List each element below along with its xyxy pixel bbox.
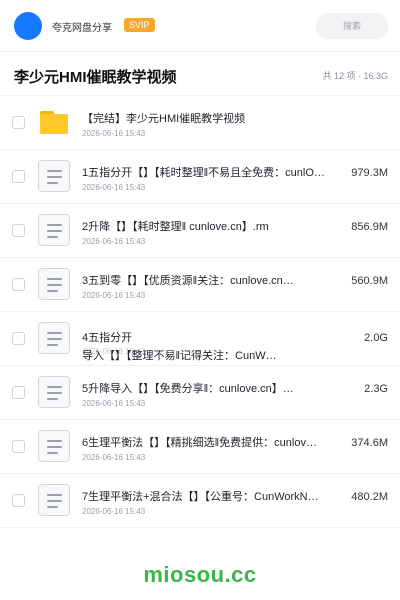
page-title: 李少元HMI催眠教学视频 xyxy=(14,69,177,86)
folder-summary: 共 12 项 · 16.3G xyxy=(322,71,388,81)
file-name: 【完结】李少元HMI催眠教学视频 xyxy=(82,113,246,125)
file-size: 856.9M xyxy=(351,221,388,233)
file-name: 7生理平衡法+混合法【】【公重号：CunWorkN… xyxy=(82,491,319,503)
list-item[interactable]: 2026-06-16 15:43 4五指分开 导入【】【整理不易‖记得关注：Cu… xyxy=(0,312,400,366)
file-date: 2026-06-16 15:43 xyxy=(82,291,146,300)
search-input[interactable] xyxy=(316,13,388,39)
list-item[interactable]: 7生理平衡法+混合法【】【公重号：CunWorkN… 2026-06-16 15… xyxy=(0,474,400,528)
folder-icon xyxy=(38,106,70,138)
document-icon xyxy=(38,268,70,300)
select-checkbox[interactable] xyxy=(12,224,25,237)
document-icon xyxy=(38,430,70,462)
file-name: 2升降【】【耗时整理‖ cunlove.cn】.rm xyxy=(82,221,269,233)
document-icon xyxy=(38,160,70,192)
file-size: 2.3G xyxy=(364,383,388,395)
watermark-text: miosou.cc xyxy=(143,562,257,587)
avatar[interactable] xyxy=(14,12,42,40)
svip-badge[interactable]: SVIP xyxy=(124,18,155,32)
file-size: 560.9M xyxy=(351,275,388,287)
select-checkbox[interactable] xyxy=(12,278,25,291)
file-name: 3五到零【】【优质资源‖关注：cunlove.cn… xyxy=(82,275,294,287)
select-checkbox[interactable] xyxy=(12,440,25,453)
file-date: 2026-06-16 15:43 xyxy=(82,399,146,408)
select-checkbox[interactable] xyxy=(12,332,25,345)
file-name: 5升降导入【】【免费分享‖：cunlove.cn】… xyxy=(82,383,294,395)
file-date: 2026-06-16 15:43 xyxy=(82,183,146,192)
top-bar: 夸克网盘分享 SVIP xyxy=(0,0,400,52)
file-name: 6生理平衡法【】【精挑细选‖免费提供：cunlov… xyxy=(82,437,317,449)
document-icon xyxy=(38,322,70,354)
app-root: 夸克网盘分享 SVIP 李少元HMI催眠教学视频 共 12 项 · 16.3G … xyxy=(0,0,400,600)
file-name: 4五指分开 导入【】【整理不易‖记得关注：CunW… xyxy=(82,332,277,362)
file-size: 374.6M xyxy=(351,437,388,449)
file-size: 979.3M xyxy=(351,167,388,179)
document-icon xyxy=(38,484,70,516)
list-item[interactable]: 5升降导入【】【免费分享‖：cunlove.cn】… 2026-06-16 15… xyxy=(0,366,400,420)
file-date: 2026-06-16 15:43 xyxy=(82,507,146,516)
select-checkbox[interactable] xyxy=(12,494,25,507)
select-checkbox[interactable] xyxy=(12,170,25,183)
select-checkbox[interactable] xyxy=(12,386,25,399)
file-date: 2026-06-16 15:43 xyxy=(82,237,146,246)
list-item[interactable]: 1五指分开【】【耗时整理‖不易且全免费：cunlO… 2026-06-16 15… xyxy=(0,150,400,204)
file-date: 2026-06-16 15:43 xyxy=(82,453,146,462)
folder-header: 李少元HMI催眠教学视频 共 12 项 · 16.3G xyxy=(0,52,400,96)
list-item[interactable]: 6生理平衡法【】【精挑细选‖免费提供：cunlov… 2026-06-16 15… xyxy=(0,420,400,474)
file-name: 1五指分开【】【耗时整理‖不易且全免费：cunlO… xyxy=(82,167,325,179)
list-item[interactable]: 【完结】李少元HMI催眠教学视频 2026-06-16 15:43 xyxy=(0,96,400,150)
select-checkbox[interactable] xyxy=(12,116,25,129)
file-size: 2.0G xyxy=(364,332,388,344)
list-item[interactable]: 3五到零【】【优质资源‖关注：cunlove.cn… 2026-06-16 15… xyxy=(0,258,400,312)
list-item[interactable]: 2升降【】【耗时整理‖ cunlove.cn】.rm 2026-06-16 15… xyxy=(0,204,400,258)
file-size: 480.2M xyxy=(351,491,388,503)
document-icon xyxy=(38,376,70,408)
document-icon xyxy=(38,214,70,246)
file-list: 【完结】李少元HMI催眠教学视频 2026-06-16 15:43 1五指分开【… xyxy=(0,96,400,528)
file-date: 2026-06-16 15:43 xyxy=(82,129,146,138)
brand-name: 夸克网盘分享 xyxy=(52,23,112,34)
